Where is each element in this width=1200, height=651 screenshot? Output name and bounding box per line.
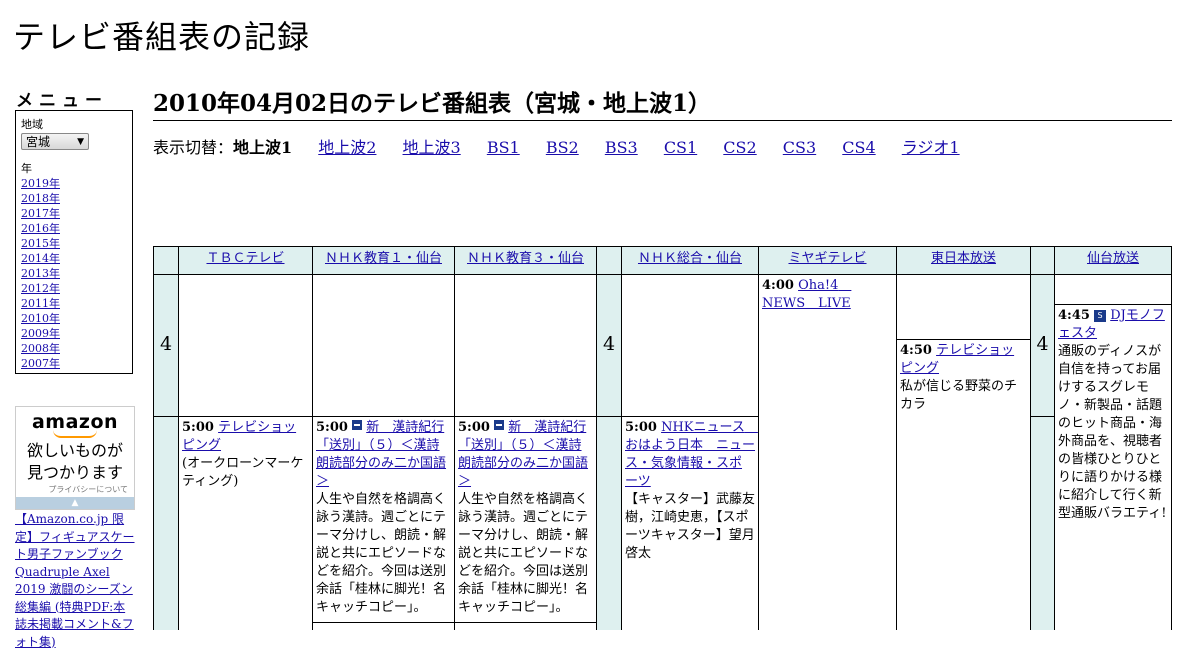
switch-label: 表示切替： [153, 138, 234, 157]
program-cell: 4:00 Oha!4 NEWS LIVE [758, 274, 897, 630]
program-cell [454, 622, 597, 630]
schedule-table: ＴＢＣテレビ ＮＨＫ教育１・仙台 ＮＨＫ教育３・仙台 ＮＨＫ総合・仙台 ミヤギテ… [153, 246, 1172, 630]
year-link[interactable]: 2009年 [21, 327, 60, 340]
program-empty [178, 274, 313, 417]
year-link[interactable]: 2018年 [21, 192, 60, 205]
channel-header: ＴＢＣテレビ [178, 246, 313, 275]
channel-link[interactable]: ＮＨＫ総合・仙台 [638, 251, 742, 266]
program-time: 4:45 [1058, 308, 1090, 323]
switch-link[interactable]: CS3 [783, 138, 816, 157]
channel-link[interactable]: ミヤギテレビ [788, 251, 866, 266]
program-time: 4:50 [900, 343, 932, 358]
year-link[interactable]: 2014年 [21, 252, 60, 265]
chevron-up-icon: ▲ [71, 498, 79, 508]
page-title: 2010年04月02日のテレビ番組表（宮城・地上波1） [153, 84, 1172, 121]
program-cell: 5:00 新 漢詩紀行「送別」（５）＜漢詩朗読部分のみ二か国語＞ 人生や自然を格… [454, 416, 597, 623]
channel-header: ＮＨＫ総合・仙台 [621, 246, 759, 275]
program-desc: (オークローンマーケティング) [182, 456, 304, 489]
year-label: 年 [21, 162, 32, 175]
program-empty [621, 274, 759, 417]
program-time: 5:00 [625, 420, 657, 435]
hour-label: 4 [1030, 274, 1055, 417]
year-link[interactable]: 2013年 [21, 267, 60, 280]
header-spacer [153, 246, 179, 275]
program-cell: 5:00 NHKニュース おはよう日本 ニュース・気象情報・スポーツ 【キャスタ… [621, 416, 759, 630]
switch-link[interactable]: 地上波2 [318, 138, 376, 157]
menu-heading: メニュー [16, 91, 108, 111]
switch-link[interactable]: BS2 [546, 138, 579, 157]
program-empty [1054, 274, 1172, 305]
broadcast-switcher: 表示切替：地上波1 地上波2 地上波3 BS1 BS2 BS3 CS1 CS2 … [153, 134, 960, 158]
switch-link[interactable]: BS3 [605, 138, 638, 157]
bilingual-icon [494, 420, 505, 430]
program-desc: 通販のディノスが自信を持ってお届けするスグレモノ・新製品・話題のヒット商品・海外… [1058, 344, 1167, 521]
program-cell: 4:50 テレビショッピング 私が信じる野菜のチカラ [896, 339, 1031, 630]
program-cell: 5:00 テレビショッピング (オークローンマーケティング) [178, 416, 313, 630]
region-select-value: 宮城 [26, 135, 51, 149]
channel-link[interactable]: 仙台放送 [1087, 251, 1139, 266]
channel-header: ミヤギテレビ [758, 246, 897, 275]
channel-link[interactable]: 東日本放送 [931, 251, 996, 266]
channel-link[interactable]: ＴＢＣテレビ [206, 251, 284, 266]
hour-cell [153, 416, 179, 630]
region-select[interactable]: 宮城 ▼ [21, 133, 89, 150]
channel-header: 東日本放送 [896, 246, 1031, 275]
switch-current: 地上波1 [233, 138, 293, 157]
region-label: 地域 [21, 118, 43, 131]
switch-link[interactable]: CS4 [842, 138, 875, 157]
program-empty [896, 274, 1031, 340]
switch-link[interactable]: CS1 [664, 138, 697, 157]
ad-collapse-bar[interactable]: ▲ [16, 497, 134, 509]
hour-cell [1030, 416, 1055, 630]
switch-link[interactable]: 地上波3 [403, 138, 461, 157]
header-spacer [596, 246, 622, 275]
program-cell: 4:45 S DJモノフェスタ 通販のディノスが自信を持ってお届けするスグレモノ… [1054, 304, 1172, 630]
hour-cell [596, 416, 622, 630]
header-spacer [1030, 246, 1055, 275]
program-desc: 私が信じる野菜のチカラ [900, 379, 1018, 412]
channel-link[interactable]: ＮＨＫ教育３・仙台 [467, 251, 584, 266]
year-link[interactable]: 2010年 [21, 312, 60, 325]
amazon-ad-banner[interactable]: amazon 欲しいものが 見つかります プライバシーについて ▲ [15, 406, 135, 510]
dropdown-arrow-icon: ▼ [77, 136, 84, 147]
channel-link[interactable]: ＮＨＫ教育１・仙台 [325, 251, 442, 266]
channel-header: ＮＨＫ教育１・仙台 [312, 246, 455, 275]
year-link[interactable]: 2008年 [21, 342, 60, 355]
hour-label: 4 [153, 274, 179, 417]
bilingual-icon [352, 420, 363, 430]
program-desc: 人生や自然を格調高く詠う漢詩。週ごとにテーマ分けし、朗読・解説と共にエピソードな… [316, 492, 447, 615]
year-link[interactable]: 2012年 [21, 282, 60, 295]
program-empty [454, 274, 597, 417]
program-cell: 5:00 新 漢詩紀行「送別」（５）＜漢詩朗読部分のみ二か国語＞ 人生や自然を格… [312, 416, 455, 623]
ad-text-line1: 欲しいものが [26, 441, 123, 460]
program-time: 5:00 [182, 420, 214, 435]
switch-link[interactable]: BS1 [487, 138, 520, 157]
year-link[interactable]: 2015年 [21, 237, 60, 250]
year-list: 2019年 2018年 2017年 2016年 2015年 2014年 2013… [21, 176, 127, 371]
ad-product-link[interactable]: 【Amazon.co.jp 限定】フィギュアスケート男子ファンブック Quadr… [15, 511, 137, 651]
program-time: 5:00 [316, 420, 348, 435]
stereo-icon: S [1094, 310, 1107, 322]
channel-header: 仙台放送 [1054, 246, 1172, 275]
ad-privacy-link[interactable]: プライバシーについて [16, 484, 134, 495]
switch-link[interactable]: ラジオ1 [902, 138, 960, 157]
year-link[interactable]: 2007年 [21, 357, 60, 370]
program-time: 5:00 [458, 420, 490, 435]
year-link[interactable]: 2011年 [21, 297, 60, 310]
switch-link[interactable]: CS2 [723, 138, 756, 157]
year-link[interactable]: 2017年 [21, 207, 60, 220]
ad-text-line2: 見つかります [26, 463, 123, 482]
program-cell [312, 622, 455, 630]
program-empty [312, 274, 455, 417]
amazon-logo: amazon [31, 411, 119, 433]
site-title: テレビ番組表の記録 [13, 18, 311, 56]
menu-panel: 地域 宮城 ▼ 年 2019年 2018年 2017年 2016年 2015年 … [15, 110, 133, 374]
program-desc: 【キャスター】武藤友樹，江崎史恵，【スポーツキャスター】望月啓太 [625, 492, 756, 561]
year-link[interactable]: 2019年 [21, 177, 60, 190]
program-time: 4:00 [762, 278, 794, 293]
program-desc: 人生や自然を格調高く詠う漢詩。週ごとにテーマ分けし、朗読・解説と共にエピソードな… [458, 492, 589, 615]
channel-header: ＮＨＫ教育３・仙台 [454, 246, 597, 275]
hour-label: 4 [596, 274, 622, 417]
year-link[interactable]: 2016年 [21, 222, 60, 235]
